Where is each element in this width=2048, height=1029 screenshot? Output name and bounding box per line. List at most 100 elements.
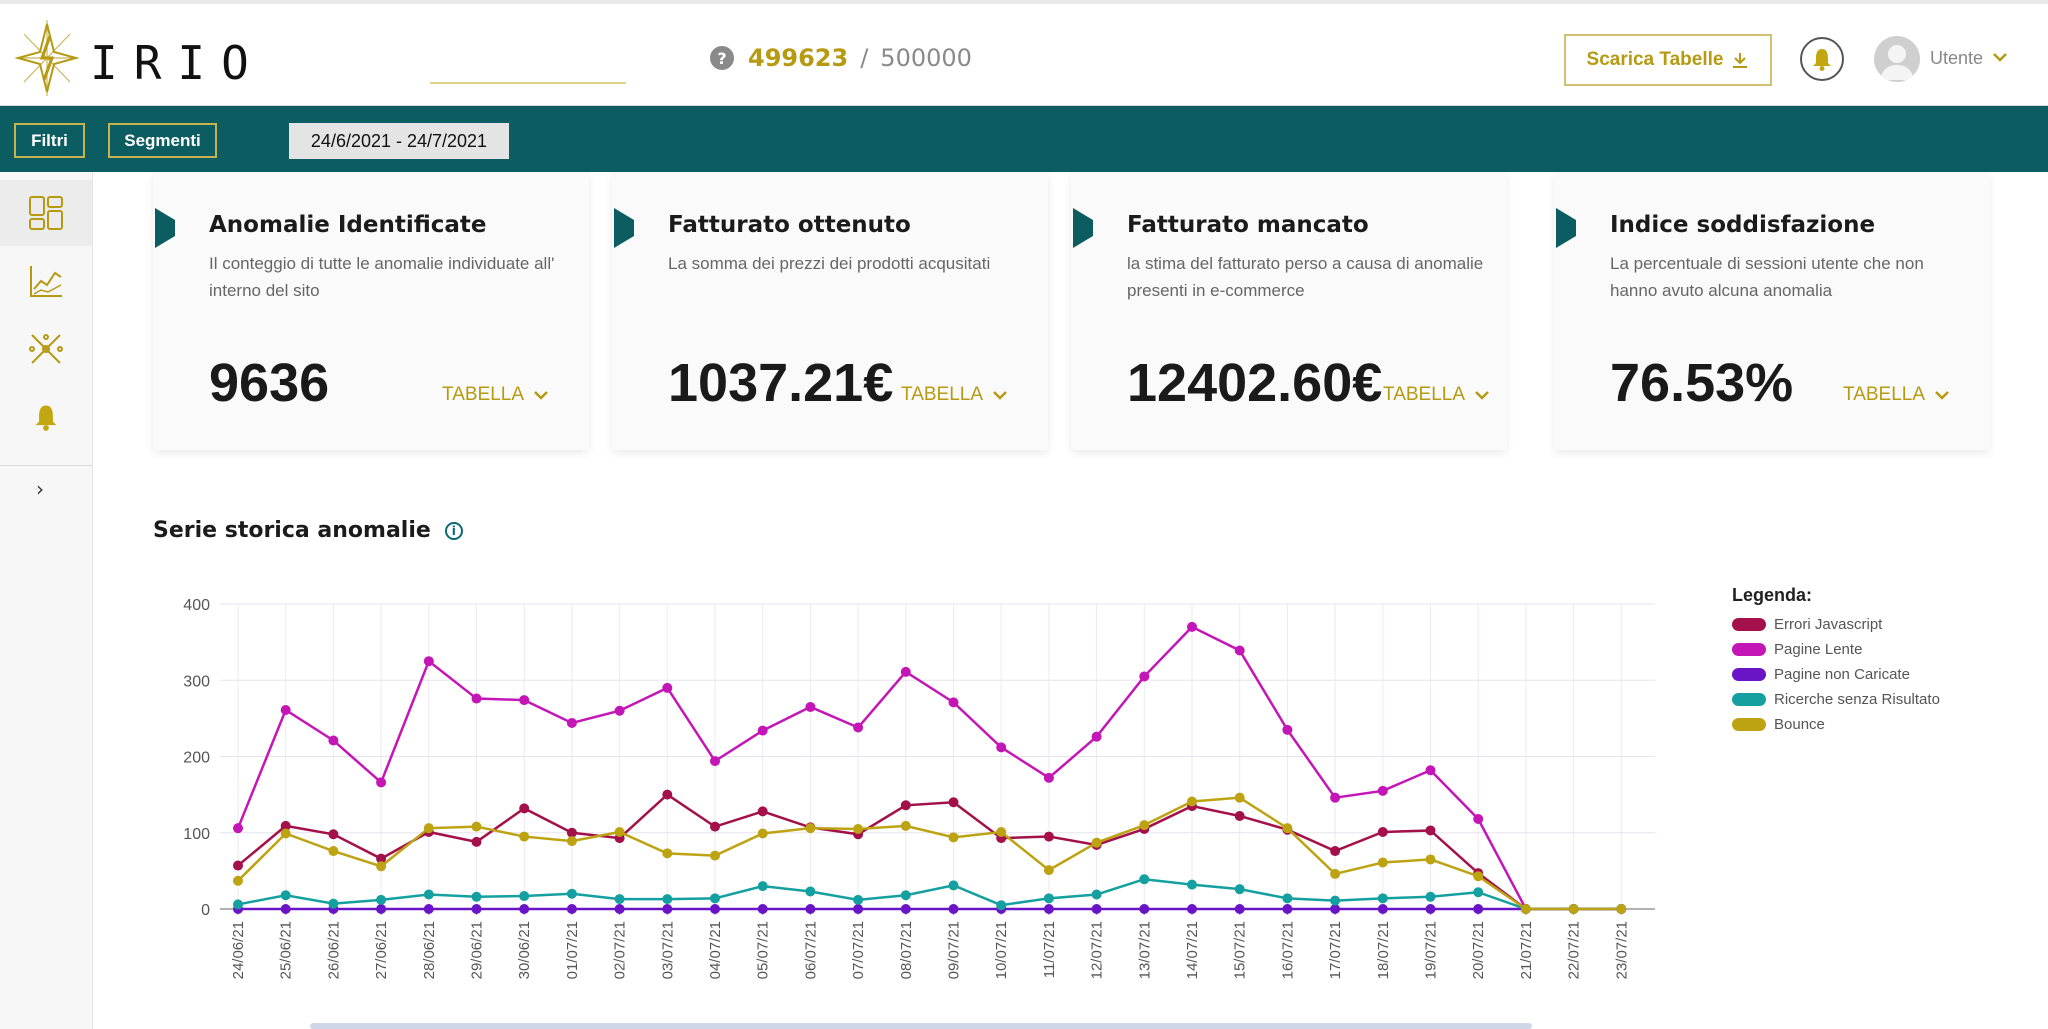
data-point [757, 725, 768, 736]
data-point [853, 823, 864, 834]
download-icon [1733, 53, 1748, 68]
logo-text: IRIO [90, 36, 265, 90]
series-line [237, 877, 1622, 911]
search-input[interactable] [430, 82, 626, 84]
user-menu-label[interactable]: Utente [1930, 48, 1983, 69]
data-point [423, 823, 434, 834]
legend-label: Errori Javascript [1774, 616, 1883, 633]
data-point [1425, 825, 1436, 836]
data-point [948, 880, 959, 891]
legend-item[interactable]: Bounce [1732, 712, 1940, 737]
dashboard-icon [29, 196, 63, 230]
data-point [805, 701, 816, 712]
sidebar-item-trends[interactable] [0, 248, 92, 314]
chevron-down-icon [993, 391, 1007, 400]
bell-icon [35, 405, 57, 431]
legend-swatch [1732, 618, 1766, 631]
user-avatar[interactable] [1874, 36, 1920, 82]
x-tick-label: 05/07/21 [755, 921, 772, 979]
legend-item[interactable]: Pagine non Caricate [1732, 662, 1940, 687]
data-point [1043, 865, 1054, 876]
data-point [757, 904, 768, 914]
network-icon [29, 334, 63, 364]
notifications-button[interactable] [1800, 37, 1844, 81]
card-table-link[interactable]: TABELLA [901, 384, 1009, 406]
download-tables-button[interactable]: Scarica Tabelle [1564, 34, 1772, 86]
data-point [233, 899, 243, 910]
legend-item[interactable]: Errori Javascript [1732, 612, 1940, 637]
card-description: La somma dei prezzi dei prodotti acqusit… [668, 254, 991, 273]
data-point [996, 900, 1007, 911]
data-point [996, 742, 1007, 753]
data-point [423, 889, 434, 900]
data-point [1282, 893, 1293, 904]
x-tick-label: 20/07/21 [1470, 921, 1487, 979]
sidebar-item-alerts[interactable] [0, 384, 92, 450]
x-tick-label: 24/06/21 [230, 921, 247, 979]
card-table-link[interactable]: TABELLA [1843, 384, 1951, 406]
card-table-link[interactable]: TABELLA [1383, 384, 1491, 406]
data-point [1043, 904, 1054, 914]
data-point [614, 705, 625, 716]
data-point [757, 806, 768, 817]
data-point [376, 861, 387, 872]
legend-item[interactable]: Ricerche senza Risultato [1732, 687, 1940, 712]
data-point [566, 836, 577, 847]
sidebar-item-dashboard[interactable] [0, 180, 92, 246]
x-tick-label: 27/06/21 [373, 921, 390, 979]
y-tick-label: 0 [201, 902, 210, 919]
sidebar-item-flows[interactable] [0, 316, 92, 382]
data-point [1473, 887, 1484, 898]
data-point [757, 828, 768, 839]
card-table-label: TABELLA [1383, 384, 1466, 405]
data-point [996, 826, 1007, 837]
data-point [1425, 891, 1436, 902]
data-point [662, 682, 673, 693]
data-point [471, 891, 482, 902]
data-point [1234, 810, 1245, 821]
data-point [805, 904, 816, 914]
app-logo[interactable]: IRIO [12, 18, 249, 98]
data-point [900, 666, 911, 677]
info-icon[interactable]: i [444, 521, 463, 540]
horizontal-scrollbar[interactable] [310, 1023, 1532, 1029]
data-point [1187, 904, 1197, 914]
quota-counter: ? 499623 / 500000 [710, 44, 972, 72]
data-point [1568, 904, 1579, 914]
card-value: 1037.21€ [668, 353, 894, 413]
data-point [662, 894, 673, 905]
card-table-link[interactable]: TABELLA [442, 384, 550, 406]
data-point [1234, 904, 1245, 914]
x-tick-label: 19/07/21 [1423, 921, 1440, 979]
card-table-label: TABELLA [901, 384, 984, 405]
help-icon[interactable]: ? [710, 46, 734, 70]
data-point [519, 803, 530, 814]
chart-legend: Legenda: Errori Javascript Pagine Lente Pa… [1732, 585, 1940, 737]
x-tick-label: 10/07/21 [993, 921, 1010, 979]
legend-label: Pagine non Caricate [1774, 666, 1910, 683]
data-point [757, 881, 768, 892]
segments-button[interactable]: Segmenti [108, 123, 217, 158]
card-title: Fatturato ottenuto [668, 212, 911, 238]
legend-item[interactable]: Pagine Lente [1732, 637, 1940, 662]
data-point [710, 821, 720, 832]
chevron-down-icon[interactable] [1991, 48, 2009, 66]
data-point [1377, 857, 1388, 868]
data-point [1091, 904, 1102, 914]
logo-star-icon [14, 20, 80, 96]
anomalies-line-chart: 0 100 200 300 400 24/06/21 25/06/21 26/06/21 27/… [183, 597, 1655, 979]
date-range-picker[interactable]: 24/6/2021 - 24/7/2021 [289, 123, 509, 159]
expand-sidebar-icon[interactable]: › [36, 477, 44, 501]
data-point [1330, 868, 1341, 879]
series-line [237, 796, 1622, 911]
data-point [233, 823, 243, 834]
card-title: Anomalie Identificate [209, 212, 487, 238]
y-tick-label: 300 [183, 673, 210, 690]
data-point [471, 904, 482, 914]
x-tick-label: 22/07/21 [1566, 921, 1583, 979]
data-point [1616, 904, 1627, 914]
data-point [710, 756, 720, 767]
filters-button[interactable]: Filtri [14, 123, 85, 158]
data-point [662, 789, 673, 800]
data-point [1282, 904, 1293, 914]
